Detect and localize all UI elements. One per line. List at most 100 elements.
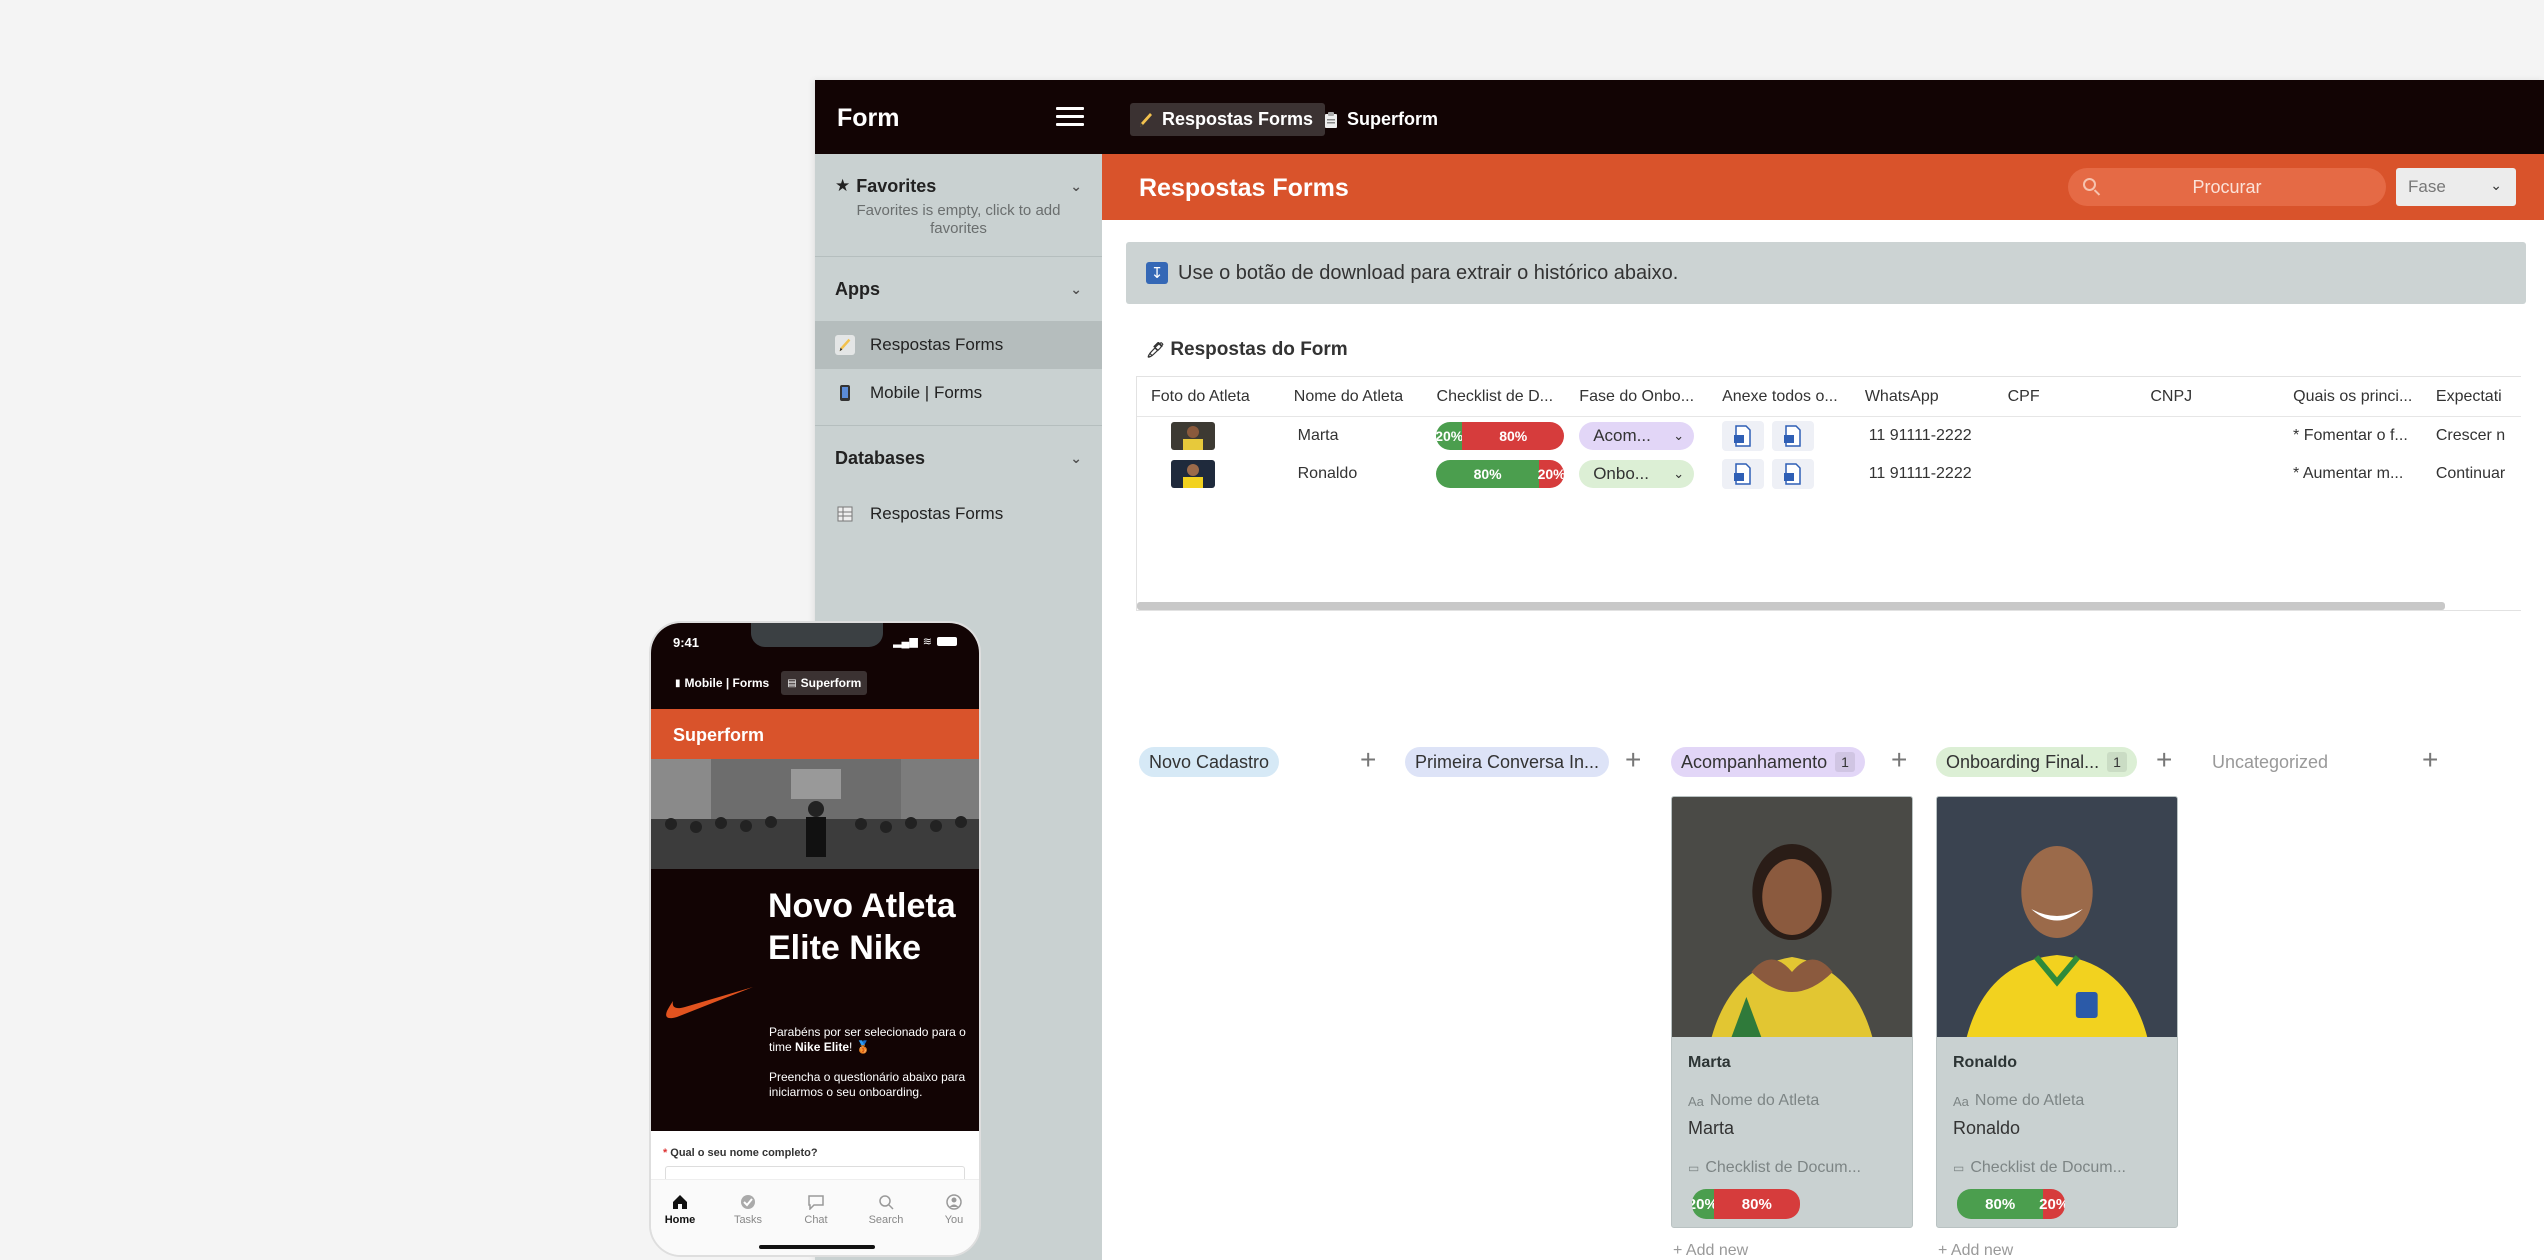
tab-superform[interactable]: Superform xyxy=(1315,103,1450,136)
star-icon: ★ xyxy=(835,176,851,195)
sidebar-item-label: Respostas Forms xyxy=(870,504,1004,523)
kanban-column-label[interactable]: Onboarding Final... 1 xyxy=(1936,747,2137,777)
progress-red: 80% xyxy=(1462,422,1565,450)
download-notice: ↧ Use o botão de download para extrair o… xyxy=(1126,242,2526,304)
text-type-icon: Aa xyxy=(1688,1093,1704,1109)
athlete-photo-cell xyxy=(1137,422,1280,450)
kanban-column-label[interactable]: Novo Cadastro xyxy=(1139,747,1280,777)
main-content: Respostas Forms Fase ⌄ ↧ Use o botão de … xyxy=(1102,154,2544,1260)
favorites-empty-text[interactable]: Favorites is empty, click to add favorit… xyxy=(815,202,1102,257)
table-title-text: Respostas do Form xyxy=(1170,339,1348,360)
signal-icon: ▂▄▆ xyxy=(893,636,918,648)
phone-banner-title: Superform xyxy=(673,725,765,745)
hero-crowd-image xyxy=(651,759,979,869)
athlete-photo-cell xyxy=(1137,460,1280,488)
hero-paragraph-1: Parabéns por ser selecionado para o time… xyxy=(769,1025,966,1054)
progress-green: 80% xyxy=(1436,460,1539,488)
pen-icon: 🖊 xyxy=(1146,342,1166,359)
column-count-badge: 1 xyxy=(2107,752,2127,772)
phase-cell: Acom... ⌄ xyxy=(1565,422,1708,450)
status-icons: ▂▄▆ ≋ xyxy=(893,635,957,648)
sidebar-item-mobile-forms[interactable]: Mobile | Forms xyxy=(815,369,1102,417)
add-card-plus-icon[interactable]: + xyxy=(2156,744,2172,776)
apps-header[interactable]: Apps ⌄ xyxy=(815,257,1102,321)
sidebar-item-database-respostas-forms[interactable]: Respostas Forms xyxy=(815,490,1102,538)
apps-section: Apps ⌄ Respostas Forms Mobile | Forms xyxy=(815,257,1102,426)
column-header[interactable]: Nome do Atleta xyxy=(1280,388,1423,406)
kanban-column-label[interactable]: Uncategorized xyxy=(2202,747,2338,777)
nav-home[interactable]: Home xyxy=(655,1194,705,1226)
chat-icon xyxy=(808,1195,824,1210)
word-doc-icon[interactable] xyxy=(1771,421,1814,451)
athlete-photo-marta xyxy=(1672,797,1912,1037)
kanban-column-label[interactable]: Primeira Conversa In... xyxy=(1405,747,1610,777)
phase-select[interactable]: Acom... ⌄ xyxy=(1579,422,1695,450)
kanban-column-novo-cadastro: Novo Cadastro xyxy=(1139,746,1280,778)
kanban-column-uncategorized: Uncategorized xyxy=(2202,746,2338,778)
word-doc-icon[interactable] xyxy=(1721,421,1764,451)
nav-tasks[interactable]: Tasks xyxy=(723,1194,773,1226)
column-header[interactable]: Fase do Onbo... xyxy=(1565,388,1708,406)
tab-label: Respostas Forms xyxy=(1162,109,1314,129)
table-row[interactable]: Marta 20% 80% Acom... ⌄ 11 91111-2222 * … xyxy=(1137,417,2521,455)
column-header[interactable]: CPF xyxy=(1994,388,2137,406)
phone-banner: Superform xyxy=(651,709,979,759)
search-input[interactable] xyxy=(2068,176,2386,198)
add-card-plus-icon[interactable]: + xyxy=(1891,744,1907,776)
word-doc-icon[interactable] xyxy=(1721,459,1764,489)
column-header[interactable]: Checklist de D... xyxy=(1423,388,1566,406)
hero-paragraph-2: Preencha o questionário abaixo para inic… xyxy=(769,1070,966,1099)
phase-select[interactable]: Onbo... ⌄ xyxy=(1579,460,1695,488)
databases-header[interactable]: Databases ⌄ xyxy=(815,426,1102,490)
phase-cell: Onbo... ⌄ xyxy=(1565,460,1708,488)
search-icon xyxy=(2083,178,2096,191)
add-new-button[interactable]: + Add new xyxy=(1673,1242,1748,1260)
checklist-cell: 20% 80% xyxy=(1422,422,1565,450)
attachments-cell xyxy=(1708,459,1851,489)
nav-search[interactable]: Search xyxy=(861,1194,911,1226)
kanban-column-label[interactable]: Acompanhamento 1 xyxy=(1671,747,1865,777)
horizontal-scrollbar[interactable] xyxy=(1137,602,2445,610)
phone-notch xyxy=(751,623,883,647)
status-time: 9:41 xyxy=(673,635,700,650)
nav-chat[interactable]: Chat xyxy=(791,1194,841,1226)
hamburger-menu-icon[interactable] xyxy=(1056,107,1084,129)
column-header[interactable]: Anexe todos o... xyxy=(1708,388,1851,406)
sidebar-item-label: Respostas Forms xyxy=(870,335,1004,354)
column-count-badge: 1 xyxy=(1835,752,1855,772)
card-checklist-label: ▭ Checklist de Docum... xyxy=(1688,1159,1861,1176)
mobile-preview: 9:41 ▂▄▆ ≋ ▮ Mobile | Forms ▤ Superform … xyxy=(649,621,981,1257)
phase-value: Acom... xyxy=(1593,426,1651,445)
search-box[interactable] xyxy=(2068,168,2386,206)
kanban-card-marta[interactable]: Marta Aa Nome do Atleta Marta ▭ Checklist … xyxy=(1671,796,1913,1228)
database-table-icon xyxy=(835,504,855,524)
checklist-cell: 80% 20% xyxy=(1422,460,1565,488)
kanban-column-primeira-conversa: Primeira Conversa In... xyxy=(1405,746,1610,778)
phone-tab-mobile-forms[interactable]: ▮ Mobile | Forms xyxy=(669,671,775,695)
phone-tabs: ▮ Mobile | Forms ▤ Superform xyxy=(669,671,868,695)
column-header[interactable]: Foto do Atleta xyxy=(1137,388,1280,406)
home-indicator xyxy=(759,1245,875,1249)
nav-you[interactable]: You xyxy=(929,1194,979,1226)
tab-respostas-forms[interactable]: Respostas Forms xyxy=(1130,103,1326,136)
expectativa-value: Continuar xyxy=(2435,465,2506,482)
add-new-button[interactable]: + Add new xyxy=(1938,1242,2013,1260)
fase-filter-select[interactable]: Fase ⌄ xyxy=(2396,168,2516,206)
column-header[interactable]: Expectati xyxy=(2422,388,2521,406)
add-card-plus-icon[interactable]: + xyxy=(2422,744,2438,776)
column-header[interactable]: CNPJ xyxy=(2136,388,2279,406)
progress-red: 20% xyxy=(1538,460,1564,488)
column-header[interactable]: WhatsApp xyxy=(1851,388,1994,406)
column-header[interactable]: Quais os princi... xyxy=(2279,388,2422,406)
word-doc-icon[interactable] xyxy=(1771,459,1814,489)
chevron-down-icon: ⌄ xyxy=(1673,428,1685,443)
kanban-card-ronaldo[interactable]: Ronaldo Aa Nome do Atleta Ronaldo ▭ Checkl… xyxy=(1936,796,2178,1228)
table-row[interactable]: Ronaldo 80% 20% Onbo... ⌄ 11 91111-2222 … xyxy=(1137,455,2521,493)
sidebar-item-respostas-forms[interactable]: Respostas Forms xyxy=(815,321,1102,369)
phase-value: Onbo... xyxy=(1593,464,1649,483)
add-card-plus-icon[interactable]: + xyxy=(1360,744,1376,776)
table-title: 🖊 Respostas do Form xyxy=(1146,339,1348,361)
progress-red: 80% xyxy=(1713,1189,1800,1219)
add-card-plus-icon[interactable]: + xyxy=(1625,744,1641,776)
phone-tab-superform[interactable]: ▤ Superform xyxy=(781,671,868,695)
